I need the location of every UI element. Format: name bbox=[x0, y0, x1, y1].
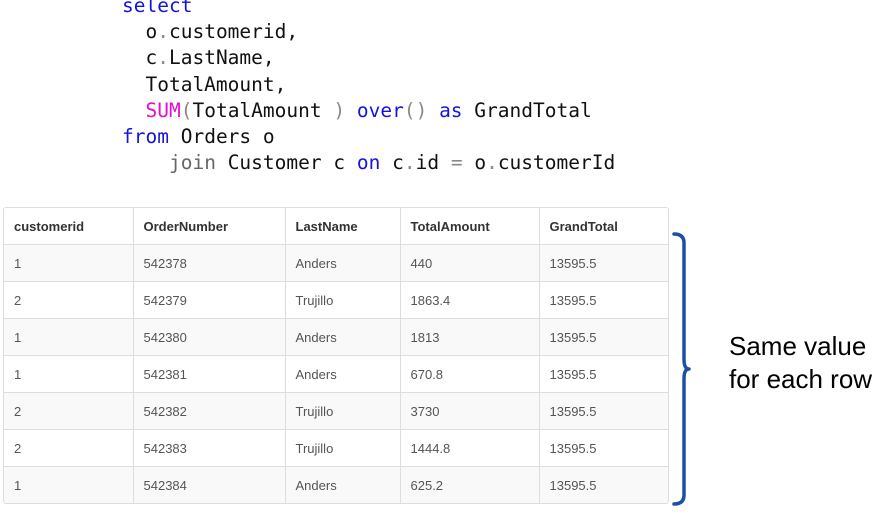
cell-ordernumber: 542384 bbox=[133, 466, 286, 503]
cell-grandtotal: 13595.5 bbox=[539, 355, 668, 393]
cell-lastname: Trujillo bbox=[285, 429, 401, 467]
sql-query-code: select o.customerid, c.LastName, TotalAm… bbox=[122, 0, 615, 176]
sql-column-customerid-ref: customerId bbox=[497, 151, 616, 175]
cell-grandtotal: 13595.5 bbox=[539, 244, 668, 282]
cell-grandtotal: 13595.5 bbox=[539, 466, 668, 503]
cell-lastname: Anders bbox=[285, 244, 401, 282]
sql-arg-totalamount: TotalAmount bbox=[192, 98, 334, 122]
cell-customerid: 1 bbox=[4, 318, 134, 356]
cell-customerid: 2 bbox=[4, 281, 134, 319]
cell-grandtotal: 13595.5 bbox=[539, 318, 668, 356]
sql-line-lastname: c.LastName, bbox=[122, 45, 615, 71]
cell-customerid: 2 bbox=[4, 429, 134, 467]
cell-ordernumber: 542379 bbox=[133, 281, 286, 319]
cell-customerid: 2 bbox=[4, 392, 134, 430]
column-header-customerid: customerid bbox=[4, 208, 134, 245]
table-row: 1 542380 Anders 1813 13595.5 bbox=[4, 318, 668, 356]
sql-table-orders: Orders o bbox=[180, 124, 275, 148]
column-header-totalamount: TotalAmount bbox=[400, 208, 540, 245]
sql-alias-o: o bbox=[474, 151, 487, 175]
sql-line-sum-over: SUM(TotalAmount ) over() as GrandTotal bbox=[122, 98, 615, 124]
sql-table-customer: Customer c bbox=[227, 151, 346, 175]
sql-column-id: id bbox=[415, 151, 440, 175]
table-row: 2 542382 Trujillo 3730 13595.5 bbox=[4, 392, 668, 430]
sql-line-join: join Customer c on c.id = o.customerId bbox=[122, 150, 615, 176]
sql-dot: . bbox=[486, 151, 498, 175]
sql-alias-o: o bbox=[145, 20, 158, 44]
sql-alias-grandtotal: GrandTotal bbox=[474, 98, 592, 122]
cell-lastname: Anders bbox=[285, 318, 401, 356]
cell-customerid: 1 bbox=[4, 244, 134, 282]
annotation-line-2: for each row bbox=[729, 364, 873, 394]
cell-grandtotal: 13595.5 bbox=[539, 281, 668, 319]
sql-keyword-from: from bbox=[122, 124, 169, 148]
cell-grandtotal: 13595.5 bbox=[539, 392, 668, 430]
cell-totalamount: 670.8 bbox=[400, 355, 540, 393]
cell-totalamount: 1863.4 bbox=[400, 281, 540, 319]
column-header-lastname: LastName bbox=[285, 208, 401, 245]
table-header: customerid OrderNumber LastName TotalAmo… bbox=[4, 208, 668, 245]
sql-line-select: select bbox=[122, 0, 615, 19]
cell-ordernumber: 542382 bbox=[133, 392, 286, 430]
cell-ordernumber: 542383 bbox=[133, 429, 286, 467]
right-curly-bracket-icon bbox=[672, 232, 691, 506]
sql-keyword-over: over bbox=[356, 98, 404, 122]
cell-totalamount: 440 bbox=[400, 244, 540, 282]
sql-line-totalamount: TotalAmount, bbox=[122, 72, 615, 98]
sql-column-customerid: customerid, bbox=[168, 20, 299, 44]
sql-operator-equals: = bbox=[450, 151, 463, 175]
cell-ordernumber: 542380 bbox=[133, 318, 286, 356]
table-header-row: customerid OrderNumber LastName TotalAmo… bbox=[4, 208, 668, 245]
sql-column-lastname: LastName, bbox=[168, 46, 275, 70]
sql-keyword-as: as bbox=[439, 98, 463, 122]
cell-lastname: Anders bbox=[285, 355, 401, 393]
sql-alias-c: c bbox=[392, 151, 404, 175]
sql-paren-open: ( bbox=[180, 98, 193, 122]
cell-grandtotal: 13595.5 bbox=[539, 429, 668, 467]
sql-keyword-on: on bbox=[356, 151, 381, 175]
cell-ordernumber: 542378 bbox=[133, 244, 286, 282]
annotation-text: Same value for each row bbox=[729, 330, 872, 396]
cell-customerid: 1 bbox=[4, 466, 134, 503]
sql-alias-c: c bbox=[145, 46, 158, 70]
table-row: 1 542381 Anders 670.8 13595.5 bbox=[4, 355, 668, 393]
sql-paren-close: ) bbox=[333, 98, 346, 122]
cell-totalamount: 625.2 bbox=[400, 466, 540, 503]
cell-lastname: Trujillo bbox=[285, 281, 401, 319]
sql-dot: . bbox=[157, 20, 169, 44]
cell-totalamount: 1444.8 bbox=[400, 429, 540, 467]
column-header-ordernumber: OrderNumber bbox=[133, 208, 286, 245]
sql-line-from: from Orders o bbox=[122, 124, 615, 150]
sql-keyword-select: select bbox=[122, 0, 193, 17]
cell-totalamount: 3730 bbox=[400, 392, 540, 430]
table-row: 1 542378 Anders 440 13595.5 bbox=[4, 244, 668, 282]
sql-column-totalamount: TotalAmount, bbox=[145, 72, 287, 96]
sql-dot: . bbox=[157, 46, 169, 70]
results-table: customerid OrderNumber LastName TotalAmo… bbox=[4, 208, 668, 503]
column-header-grandtotal: GrandTotal bbox=[539, 208, 668, 245]
table-row: 2 542379 Trujillo 1863.4 13595.5 bbox=[4, 281, 668, 319]
cell-totalamount: 1813 bbox=[400, 318, 540, 356]
results-table-container: customerid OrderNumber LastName TotalAmo… bbox=[3, 207, 669, 504]
cell-customerid: 1 bbox=[4, 355, 134, 393]
sql-function-sum: SUM bbox=[145, 98, 181, 122]
cell-lastname: Anders bbox=[285, 466, 401, 503]
table-row: 2 542383 Trujillo 1444.8 13595.5 bbox=[4, 429, 668, 467]
sql-keyword-join: join bbox=[168, 151, 216, 175]
annotation-line-1: Same value bbox=[729, 331, 867, 361]
table-row: 1 542384 Anders 625.2 13595.5 bbox=[4, 466, 668, 503]
cell-ordernumber: 542381 bbox=[133, 355, 286, 393]
sql-parens: () bbox=[403, 98, 428, 122]
sql-dot: . bbox=[403, 151, 416, 175]
bracket-stroke bbox=[672, 232, 691, 506]
table-body: 1 542378 Anders 440 13595.5 2 542379 Tru… bbox=[4, 244, 668, 503]
cell-lastname: Trujillo bbox=[285, 392, 401, 430]
sql-line-customerid: o.customerid, bbox=[122, 19, 615, 45]
